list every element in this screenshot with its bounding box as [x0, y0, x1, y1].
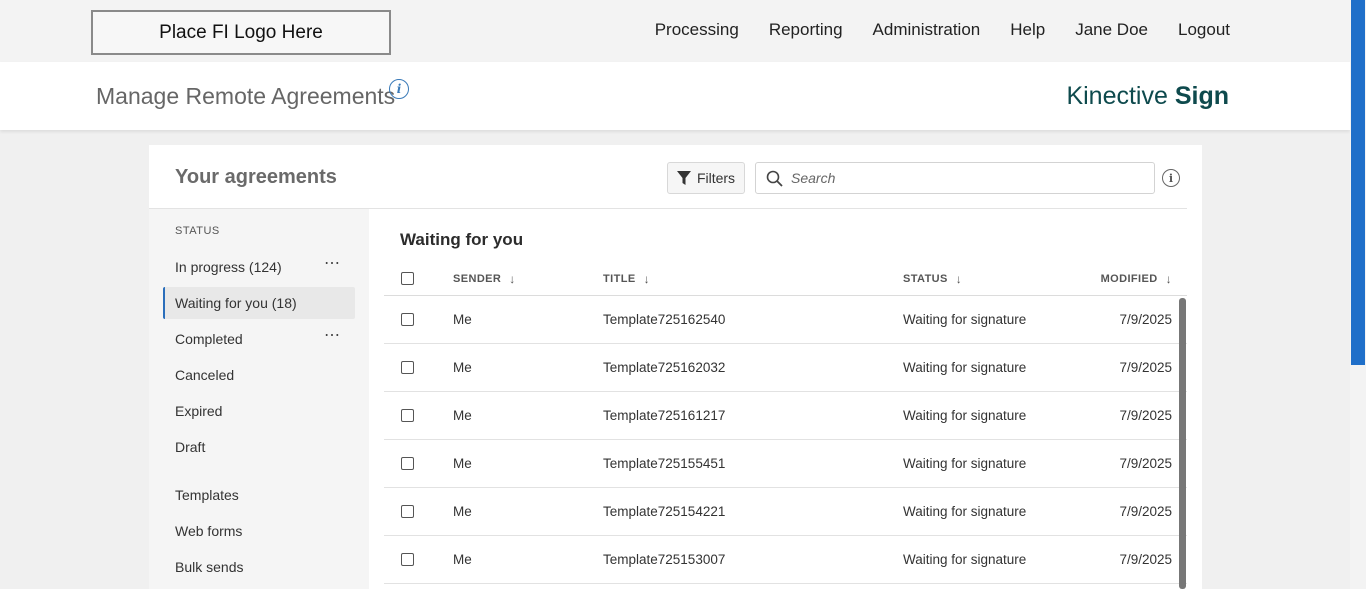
- cell-status: Waiting for signature: [903, 408, 1027, 423]
- column-label: SENDER: [453, 273, 502, 285]
- sidebar-item-expired[interactable]: Expired: [163, 395, 355, 427]
- nav-administration[interactable]: Administration: [873, 20, 981, 40]
- search-icon: [766, 170, 783, 187]
- sidebar-item-label: Draft: [175, 439, 206, 455]
- row-checkbox[interactable]: [401, 361, 414, 374]
- table-row[interactable]: Me Template725162032 Waiting for signatu…: [384, 344, 1187, 392]
- row-checkbox[interactable]: [401, 313, 414, 326]
- filters-label: Filters: [696, 170, 736, 186]
- row-checkbox[interactable]: [401, 457, 414, 470]
- sidebar-item-canceled[interactable]: Canceled: [163, 359, 355, 391]
- panel-title: Your agreements: [175, 166, 337, 188]
- sidebar-item-label: Bulk sends: [175, 559, 244, 575]
- column-label: MODIFIED: [1100, 273, 1158, 285]
- nav-logout[interactable]: Logout: [1178, 20, 1230, 40]
- cell-title: Template725162032: [603, 360, 726, 375]
- cell-sender: Me: [453, 312, 472, 327]
- row-checkbox[interactable]: [401, 553, 414, 566]
- cell-modified: 7/9/2025: [1119, 456, 1172, 471]
- top-bar: Place FI Logo Here Processing Reporting …: [0, 0, 1350, 62]
- sidebar-item-draft[interactable]: Draft: [163, 431, 355, 463]
- sidebar-item-bulk-sends[interactable]: Bulk sends: [163, 551, 355, 583]
- status-sidebar: STATUS In progress (124) ⋯ Waiting for y…: [149, 209, 369, 589]
- table-row[interactable]: Me Template725155451 Waiting for signatu…: [384, 440, 1187, 488]
- window-scrollbar[interactable]: [1350, 0, 1366, 589]
- search-info-icon[interactable]: i: [1162, 169, 1180, 187]
- table-title: Waiting for you: [400, 230, 524, 249]
- sidebar-item-in-progress[interactable]: In progress (124) ⋯: [163, 251, 355, 283]
- cell-sender: Me: [453, 360, 472, 375]
- nav-reporting[interactable]: Reporting: [769, 20, 843, 40]
- column-header-sender[interactable]: SENDER ↓: [453, 272, 516, 286]
- filters-button[interactable]: Filters: [667, 162, 745, 194]
- cell-status: Waiting for signature: [903, 312, 1027, 327]
- column-label: STATUS: [903, 273, 948, 285]
- table-header: SENDER ↓ TITLE ↓ STATUS ↓ MODIFIED ↓: [384, 262, 1187, 296]
- nav-processing[interactable]: Processing: [655, 20, 739, 40]
- table-row[interactable]: Me Template725154221 Waiting for signatu…: [384, 488, 1187, 536]
- filter-icon: [676, 170, 691, 185]
- column-header-modified[interactable]: MODIFIED ↓: [1101, 272, 1172, 286]
- info-icon[interactable]: i: [389, 79, 409, 99]
- sidebar-item-label: Web forms: [175, 523, 243, 539]
- more-options-icon[interactable]: ⋯: [324, 256, 341, 272]
- column-header-title[interactable]: TITLE ↓: [603, 272, 650, 286]
- sort-down-icon: ↓: [1165, 272, 1172, 286]
- table-row[interactable]: Me Template725162540 Waiting for signatu…: [384, 296, 1187, 344]
- search-input[interactable]: [791, 170, 1131, 186]
- cell-status: Waiting for signature: [903, 360, 1027, 375]
- sidebar-item-waiting-for-you[interactable]: Waiting for you (18): [163, 287, 355, 319]
- nav-help[interactable]: Help: [1010, 20, 1045, 40]
- brand-logo: Kinective Sign: [1066, 82, 1229, 110]
- sidebar-item-web-forms[interactable]: Web forms: [163, 515, 355, 547]
- cell-title: Template725154221: [603, 504, 726, 519]
- cell-modified: 7/9/2025: [1119, 552, 1172, 567]
- sort-down-icon: ↓: [955, 272, 963, 286]
- sidebar-item-label: In progress (124): [175, 259, 282, 275]
- sidebar-heading: STATUS: [175, 225, 220, 237]
- cell-status: Waiting for signature: [903, 552, 1027, 567]
- page-title: Manage Remote Agreements: [96, 83, 396, 109]
- cell-modified: 7/9/2025: [1119, 360, 1172, 375]
- cell-title: Template725161217: [603, 408, 726, 423]
- cell-modified: 7/9/2025: [1119, 408, 1172, 423]
- cell-sender: Me: [453, 504, 472, 519]
- table-scrollbar[interactable]: [1179, 298, 1186, 589]
- cell-modified: 7/9/2025: [1119, 504, 1172, 519]
- column-label: TITLE: [603, 273, 636, 285]
- cell-title: Template725155451: [603, 456, 726, 471]
- agreements-table: SENDER ↓ TITLE ↓ STATUS ↓ MODIFIED ↓ Me …: [384, 262, 1187, 584]
- sidebar-item-templates[interactable]: Templates: [163, 479, 355, 511]
- cell-sender: Me: [453, 552, 472, 567]
- sidebar-item-label: Expired: [175, 403, 223, 419]
- sidebar-item-completed[interactable]: Completed ⋯: [163, 323, 355, 355]
- table-row[interactable]: Me Template725153007 Waiting for signatu…: [384, 536, 1187, 584]
- select-all-checkbox[interactable]: [401, 272, 414, 285]
- sidebar-item-label: Canceled: [175, 367, 235, 383]
- more-options-icon[interactable]: ⋯: [324, 328, 341, 344]
- top-nav: Processing Reporting Administration Help…: [655, 20, 1230, 40]
- window-scrollbar-thumb[interactable]: [1351, 0, 1365, 365]
- sidebar-item-label: Waiting for you (18): [175, 295, 297, 311]
- nav-user-name[interactable]: Jane Doe: [1075, 20, 1148, 40]
- sort-down-icon: ↓: [643, 272, 650, 286]
- sort-down-icon: ↓: [509, 272, 516, 286]
- row-checkbox[interactable]: [401, 505, 414, 518]
- column-header-status[interactable]: STATUS ↓: [903, 272, 962, 286]
- cell-status: Waiting for signature: [903, 504, 1027, 519]
- cell-status: Waiting for signature: [903, 456, 1027, 471]
- search-field[interactable]: [755, 162, 1155, 194]
- table-row[interactable]: Me Template725161217 Waiting for signatu…: [384, 392, 1187, 440]
- fi-logo-placeholder: Place FI Logo Here: [91, 10, 391, 55]
- sidebar-item-label: Templates: [175, 487, 239, 503]
- agreements-panel: Your agreements Filters i STATUS In prog…: [149, 145, 1202, 589]
- cell-title: Template725153007: [603, 552, 726, 567]
- cell-sender: Me: [453, 408, 472, 423]
- cell-sender: Me: [453, 456, 472, 471]
- sidebar-item-label: Completed: [175, 331, 243, 347]
- page-header: Manage Remote Agreements i Kinective Sig…: [0, 62, 1350, 130]
- cell-modified: 7/9/2025: [1119, 312, 1172, 327]
- row-checkbox[interactable]: [401, 409, 414, 422]
- cell-title: Template725162540: [603, 312, 726, 327]
